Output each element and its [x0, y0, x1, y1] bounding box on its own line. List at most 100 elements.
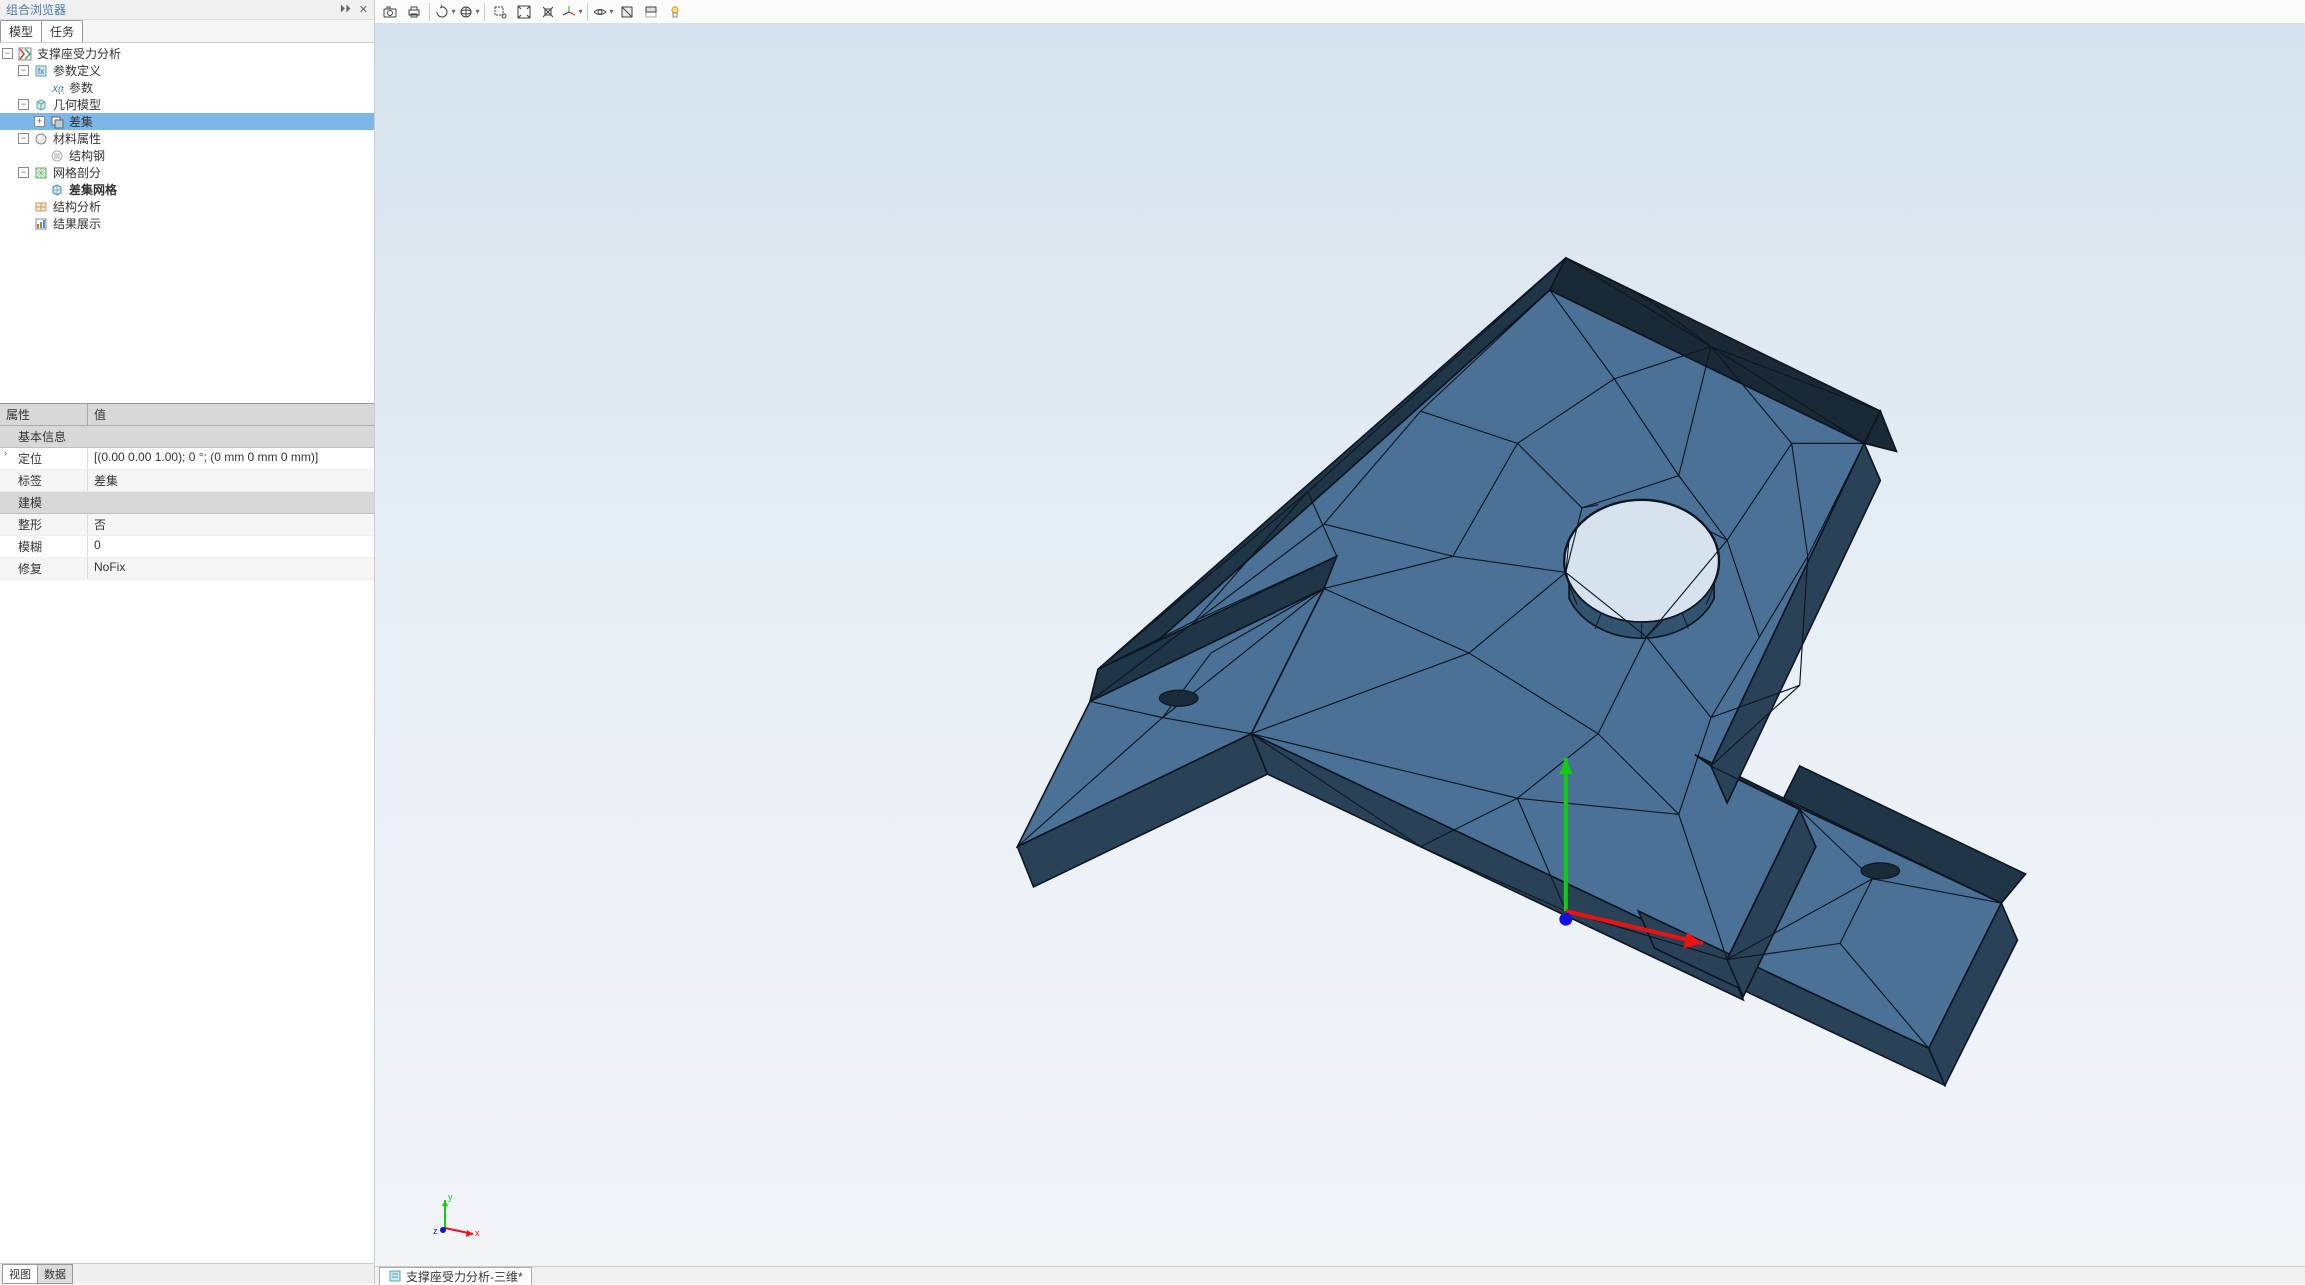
- property-row[interactable]: 模糊 0: [0, 536, 374, 558]
- property-header: 属性 值: [0, 404, 374, 426]
- prop-label: 模糊: [0, 536, 88, 557]
- prop-value[interactable]: NoFix: [88, 558, 374, 579]
- clip-icon[interactable]: [640, 2, 662, 22]
- browser-tabs: 模型 任务: [0, 20, 374, 43]
- tree-param-def[interactable]: − fx 参数定义: [0, 62, 374, 79]
- tree-label: 差集网格: [69, 181, 117, 198]
- document-tab-label: 支撑座受力分析-三维*: [406, 1268, 523, 1285]
- document-icon: [388, 1269, 402, 1283]
- expander-icon[interactable]: −: [18, 167, 29, 178]
- bottom-tabs: 视图 数据: [0, 1263, 374, 1284]
- tree-param[interactable]: X(t) 参数: [0, 79, 374, 96]
- header-value: 值: [88, 404, 112, 425]
- orientation-axes-widget[interactable]: y x z: [425, 1186, 485, 1246]
- expander-icon[interactable]: −: [18, 65, 29, 76]
- panel-header: 组合浏览器 ⏵⏵ ✕: [0, 0, 374, 20]
- category-basic[interactable]: 基本信息: [0, 426, 374, 448]
- zoom-select-icon[interactable]: [537, 2, 559, 22]
- difference-icon: [49, 114, 65, 130]
- prop-label: 定位: [0, 448, 88, 469]
- prop-value[interactable]: [(0.00 0.00 1.00); 0 °; (0 mm 0 mm 0 mm)…: [88, 448, 374, 469]
- tree-label: 网格剖分: [53, 164, 101, 181]
- zoom-window-icon[interactable]: [489, 2, 511, 22]
- tree-diff-mesh[interactable]: 差集网格: [0, 181, 374, 198]
- property-row[interactable]: › 定位 [(0.00 0.00 1.00); 0 °; (0 mm 0 mm …: [0, 448, 374, 470]
- property-grid: 属性 值 基本信息 › 定位 [(0.00 0.00 1.00); 0 °; (…: [0, 403, 374, 1263]
- tree-result[interactable]: 结果展示: [0, 215, 374, 232]
- tree-mesh[interactable]: − 网格剖分: [0, 164, 374, 181]
- tree-label: 支撑座受力分析: [37, 45, 121, 62]
- display-mode-icon[interactable]: [616, 2, 638, 22]
- chevron-right-icon[interactable]: ›: [4, 448, 7, 459]
- tree-label: 参数: [69, 79, 93, 96]
- analysis-icon: [33, 199, 49, 215]
- axis-z-label: z: [433, 1226, 438, 1236]
- panel-title: 组合浏览器: [6, 1, 66, 18]
- viewport-3d[interactable]: y x z: [375, 24, 2305, 1266]
- result-icon: [33, 216, 49, 232]
- header-property: 属性: [0, 404, 88, 425]
- property-row[interactable]: 修复 NoFix: [0, 558, 374, 580]
- svg-text:X(t): X(t): [51, 84, 64, 94]
- tree-label: 材料属性: [53, 130, 101, 147]
- prop-label: 修复: [0, 558, 88, 579]
- tree-label: 差集: [69, 113, 93, 130]
- tree-material[interactable]: − 材料属性: [0, 130, 374, 147]
- visibility-icon[interactable]: ▾: [592, 2, 614, 22]
- tab-task[interactable]: 任务: [41, 20, 83, 42]
- project-icon: [17, 46, 33, 62]
- mesh-item-icon: [49, 182, 65, 198]
- tree-label: 结构分析: [53, 198, 101, 215]
- geometry-icon: [33, 97, 49, 113]
- prop-value[interactable]: 0: [88, 536, 374, 557]
- camera-icon[interactable]: [379, 2, 401, 22]
- axis-y-label: y: [448, 1192, 453, 1202]
- print-icon[interactable]: [403, 2, 425, 22]
- tree-struct-analysis[interactable]: 结构分析: [0, 198, 374, 215]
- material-icon: [33, 131, 49, 147]
- document-tab-bar: 支撑座受力分析-三维*: [375, 1266, 2305, 1284]
- prop-label: 整形: [0, 514, 88, 535]
- tree-diff[interactable]: + 差集: [0, 113, 374, 130]
- steel-icon: [49, 148, 65, 164]
- tree-geom[interactable]: − 几何模型: [0, 96, 374, 113]
- prop-value[interactable]: 否: [88, 514, 374, 535]
- expander-icon[interactable]: −: [18, 133, 29, 144]
- tab-model[interactable]: 模型: [0, 20, 42, 42]
- model-tree: − 支撑座受力分析 − fx 参数定义 X(t) 参数 −: [0, 43, 374, 403]
- expander-icon[interactable]: −: [18, 99, 29, 110]
- bottom-tab-data[interactable]: 数据: [37, 1264, 73, 1284]
- toolbar: ▾ ▾ ▾ ▾: [375, 0, 2305, 24]
- params-icon: fx: [33, 63, 49, 79]
- tree-root[interactable]: − 支撑座受力分析: [0, 45, 374, 62]
- globe-icon[interactable]: ▾: [458, 2, 480, 22]
- panel-header-controls: ⏵⏵ ✕: [340, 3, 368, 16]
- mesh-icon: [33, 165, 49, 181]
- tree-label: 结果展示: [53, 215, 101, 232]
- svg-text:fx: fx: [38, 67, 44, 76]
- category-model[interactable]: 建模: [0, 492, 374, 514]
- property-row[interactable]: 标签 差集: [0, 470, 374, 492]
- axis-x-label: x: [475, 1228, 480, 1238]
- property-row[interactable]: 整形 否: [0, 514, 374, 536]
- prop-label: 标签: [0, 470, 88, 491]
- pin-icon[interactable]: ⏵⏵: [340, 3, 351, 16]
- document-tab[interactable]: 支撑座受力分析-三维*: [379, 1267, 532, 1285]
- left-panel: 组合浏览器 ⏵⏵ ✕ 模型 任务 − 支撑座受力分析 − fx 参数定义: [0, 0, 375, 1284]
- close-icon[interactable]: ✕: [359, 3, 368, 16]
- light-icon[interactable]: [664, 2, 686, 22]
- prop-value[interactable]: 差集: [88, 470, 374, 491]
- mesh-model[interactable]: [375, 24, 2305, 1266]
- tree-label: 参数定义: [53, 62, 101, 79]
- tree-label: 结构钢: [69, 147, 105, 164]
- tree-steel[interactable]: 结构钢: [0, 147, 374, 164]
- expander-icon[interactable]: −: [2, 48, 13, 59]
- tree-label: 几何模型: [53, 96, 101, 113]
- rotate-icon[interactable]: ▾: [434, 2, 456, 22]
- bottom-tab-view[interactable]: 视图: [2, 1264, 38, 1284]
- axes-icon[interactable]: ▾: [561, 2, 583, 22]
- zoom-fit-icon[interactable]: [513, 2, 535, 22]
- right-area: ▾ ▾ ▾ ▾: [375, 0, 2305, 1284]
- expander-icon[interactable]: +: [34, 116, 45, 127]
- param-icon: X(t): [49, 80, 65, 96]
